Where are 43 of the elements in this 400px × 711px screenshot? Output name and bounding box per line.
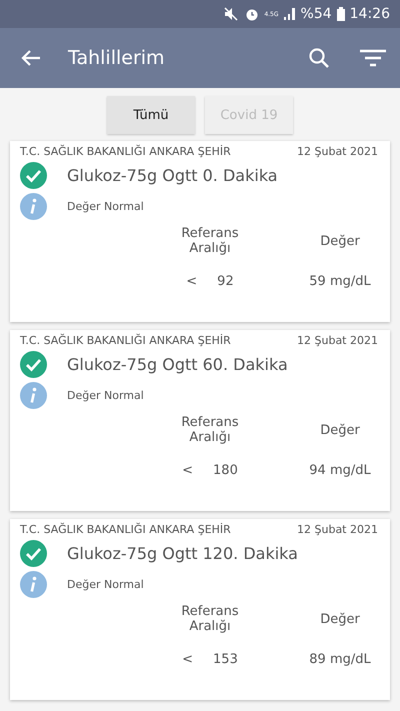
hospital-name: T.C. SAĞLIK BAKANLIĞI ANKARA ŞEHİR	[20, 523, 231, 536]
comparator: <	[182, 463, 194, 478]
filter-tab[interactable]: Tümü	[107, 96, 195, 134]
status-note: Değer Normal	[67, 578, 144, 591]
info-icon	[20, 382, 47, 409]
result-card[interactable]: T.C. SAĞLIK BAKANLIĞI ANKARA ŞEHİR 12 Şubat 2021 Glukoz-75g Ogtt 0. Dakika Değer Normal Referans Aralığı Değer < 92 59 mg/dL	[10, 141, 390, 322]
status-note: Değer Normal	[67, 389, 144, 402]
hospital-name: T.C. SAĞLIK BAKANLIĞI ANKARA ŞEHİR	[20, 145, 231, 158]
result-value: 59 mg/dL	[308, 274, 372, 289]
filter-icon[interactable]	[360, 47, 386, 69]
column-header: Değer	[319, 612, 361, 626]
comparator: <	[186, 274, 198, 289]
search-icon[interactable]	[308, 47, 330, 69]
result-card[interactable]: T.C. SAĞLIK BAKANLIĞI ANKARA ŞEHİR 12 Şubat 2021 Glukoz-75g Ogtt 60. Dakika Değer Normal Referans Aralığı Değer < 180 94 mg/dL	[10, 330, 390, 511]
reference-value: 153	[213, 652, 238, 667]
signal-icon	[284, 8, 296, 20]
result-date: 12 Şubat 2021	[297, 145, 378, 158]
result-card[interactable]: T.C. SAĞLIK BAKANLIĞI ANKARA ŞEHİR 12 Şubat 2021 Glukoz-75g Ogtt 120. Dakika Değer Normal Referans Aralığı Değer < 153 89 mg/dL	[10, 519, 390, 700]
result-date: 12 Şubat 2021	[297, 334, 378, 347]
battery-percent: %54	[300, 6, 332, 22]
test-name: Glukoz-75g Ogtt 60. Dakika	[67, 355, 288, 374]
column-header: Referans Aralığı	[180, 226, 240, 256]
test-name: Glukoz-75g Ogtt 0. Dakika	[67, 166, 278, 185]
column-header: Değer	[319, 234, 361, 248]
column-header: Referans Aralığı	[180, 604, 240, 634]
info-icon	[20, 193, 47, 220]
reference-value: 92	[217, 274, 234, 289]
column-header: Referans Aralığı	[180, 415, 240, 445]
status-note: Değer Normal	[67, 200, 144, 213]
battery-icon	[336, 7, 345, 21]
alarm-icon	[245, 7, 260, 21]
screen-title: Tahlillerim	[68, 47, 166, 69]
hospital-name: T.C. SAĞLIK BAKANLIĞI ANKARA ŞEHİR	[20, 334, 231, 347]
column-header: Değer	[319, 422, 361, 438]
mute-icon	[224, 7, 240, 21]
test-name: Glukoz-75g Ogtt 120. Dakika	[67, 544, 298, 563]
reference-value: 180	[213, 463, 238, 478]
info-icon	[20, 571, 47, 598]
result-date: 12 Şubat 2021	[297, 523, 378, 536]
result-value: 94 mg/dL	[308, 463, 372, 478]
comparator: <	[182, 652, 194, 667]
clock: 14:26	[350, 6, 390, 22]
result-value: 89 mg/dL	[308, 652, 372, 667]
